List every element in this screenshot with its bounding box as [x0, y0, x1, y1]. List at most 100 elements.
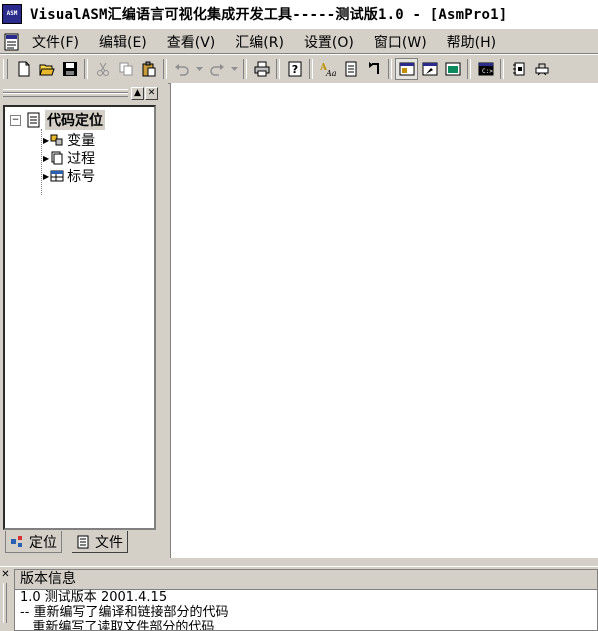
toolbar-separator	[500, 58, 504, 79]
open-folder-icon	[38, 64, 55, 75]
procedure-icon	[51, 151, 63, 165]
redo-dropdown[interactable]	[228, 58, 240, 80]
tab-location[interactable]: 定位	[5, 531, 62, 553]
print-button[interactable]	[250, 58, 273, 80]
panel-tab-bar: 定位 文件	[3, 531, 163, 555]
variable-icon	[50, 134, 63, 146]
window-toggle-button[interactable]	[395, 57, 418, 80]
undo-icon	[174, 63, 189, 76]
tree-view: − 代码定位 ▶ 变量 ▶ 过程 ▶ 标号	[3, 105, 156, 530]
panel-close-button[interactable]: ✕	[145, 87, 158, 100]
menu-window[interactable]: 窗口(W)	[371, 32, 435, 52]
output-line: -- 重新编写了编译和链接部分的代码	[20, 605, 229, 620]
redo-button[interactable]	[205, 58, 228, 80]
menu-help[interactable]: 帮助(H)	[444, 32, 504, 52]
panel-maximize-button[interactable]: ▲	[131, 87, 144, 100]
triangle-right-icon: ▶	[43, 135, 50, 145]
open-button[interactable]	[35, 58, 58, 80]
toolbar-separator	[276, 58, 280, 79]
tab-files[interactable]: 文件	[72, 531, 128, 553]
run-button[interactable]	[530, 58, 553, 80]
view-button[interactable]	[441, 58, 464, 80]
menu-assemble[interactable]: 汇编(R)	[232, 32, 292, 52]
font-icon: AAa	[320, 63, 336, 77]
toolbar-separator	[243, 58, 247, 79]
menu-bar: 文件(F) 编辑(E) 查看(V) 汇编(R) 设置(O) 窗口(W) 帮助(H…	[0, 28, 598, 54]
undo-button[interactable]	[170, 58, 193, 80]
file-tab-icon	[77, 535, 89, 548]
paste-icon	[142, 61, 155, 76]
tree-root[interactable]: − 代码定位	[10, 110, 105, 130]
document-icon	[345, 61, 356, 76]
debug-button[interactable]	[507, 58, 530, 80]
dropdown-arrow-icon	[195, 66, 203, 71]
editor-workspace[interactable]	[170, 83, 598, 558]
menu-file[interactable]: 文件(F)	[29, 32, 87, 52]
new-file-button[interactable]	[12, 58, 35, 80]
output-title: 版本信息	[15, 570, 597, 590]
document-menu-icon[interactable]	[3, 33, 21, 51]
copy-icon	[119, 62, 132, 75]
console-icon: C:>	[478, 62, 493, 75]
toolbar-separator	[163, 58, 167, 79]
dropdown-arrow-icon	[230, 66, 238, 71]
tree-item-variables[interactable]: ▶ 变量	[43, 130, 95, 150]
copy-button[interactable]	[114, 58, 137, 80]
cut-button[interactable]	[91, 58, 114, 80]
location-tab-icon	[11, 535, 22, 547]
goto-icon	[368, 61, 379, 74]
toolbar-separator	[388, 58, 392, 79]
code-location-panel: ▲ ✕ − 代码定位 ▶ 变量 ▶ 过程 ▶ 标号 定位 文件	[0, 83, 168, 558]
tab-label: 文件	[95, 534, 123, 551]
tab-label: 定位	[29, 534, 57, 551]
help-button[interactable]: ?	[283, 58, 306, 80]
svg-text:?: ?	[291, 63, 297, 76]
toolbar-separator	[84, 58, 88, 79]
toolbar: ? A Aa C:>	[0, 53, 598, 84]
toolbar-separator	[467, 58, 471, 79]
panel-grip	[3, 93, 128, 97]
collapse-icon[interactable]: −	[10, 114, 21, 126]
scissors-icon	[96, 62, 109, 76]
help-icon: ?	[288, 61, 301, 76]
svg-text:Aa: Aa	[325, 69, 336, 77]
output-line: 重新编写了读取文件部分的代码	[20, 620, 215, 631]
code-document-icon	[27, 112, 40, 128]
title-bar: ASM VisualASM汇编语言可视化集成开发工具-----测试版1.0 - …	[0, 0, 598, 29]
output-panel: ✕ 版本信息 1.0 测试版本 2001.4.15 -- 重新编写了编译和链接部…	[0, 566, 598, 631]
tree-root-label: 代码定位	[45, 110, 105, 130]
build-button[interactable]	[418, 58, 441, 80]
console-button[interactable]: C:>	[474, 58, 497, 80]
build-icon	[422, 62, 437, 75]
output-line: 1.0 测试版本 2001.4.15	[20, 590, 168, 605]
menu-edit[interactable]: 编辑(E)	[96, 32, 155, 52]
menu-settings[interactable]: 设置(O)	[301, 32, 362, 52]
svg-text:C:>: C:>	[482, 68, 493, 75]
window-icon	[399, 62, 414, 75]
output-panel-grip[interactable]	[3, 583, 7, 623]
tree-item-label: 过程	[67, 151, 96, 167]
save-icon	[62, 61, 77, 76]
document-button[interactable]	[339, 58, 362, 80]
paste-button[interactable]	[137, 58, 160, 80]
label-table-icon	[50, 170, 64, 182]
undo-dropdown[interactable]	[193, 58, 205, 80]
window-title: VisualASM汇编语言可视化集成开发工具-----测试版1.0 - [Asm…	[30, 7, 508, 23]
tree-item-label: 标号	[67, 169, 96, 185]
font-button[interactable]: A Aa	[316, 58, 339, 80]
toolbar-grip[interactable]	[3, 58, 8, 79]
goto-button[interactable]	[362, 58, 385, 80]
output-close-button[interactable]: ✕	[1, 570, 10, 580]
menu-view[interactable]: 查看(V)	[164, 32, 224, 52]
save-button[interactable]	[58, 58, 81, 80]
triangle-right-icon: ▶	[43, 171, 50, 181]
triangle-right-icon: ▶	[43, 153, 50, 163]
panel-header: ▲ ✕	[0, 83, 168, 103]
tree-item-procedures[interactable]: ▶ 过程	[43, 148, 95, 168]
toolbar-separator	[309, 58, 313, 79]
tree-item-labels[interactable]: ▶ 标号	[43, 166, 95, 186]
redo-icon	[209, 63, 224, 76]
output-content[interactable]: 版本信息 1.0 测试版本 2001.4.15 -- 重新编写了编译和链接部分的…	[14, 569, 598, 631]
printer-icon	[254, 61, 269, 76]
debug-icon	[512, 62, 524, 75]
